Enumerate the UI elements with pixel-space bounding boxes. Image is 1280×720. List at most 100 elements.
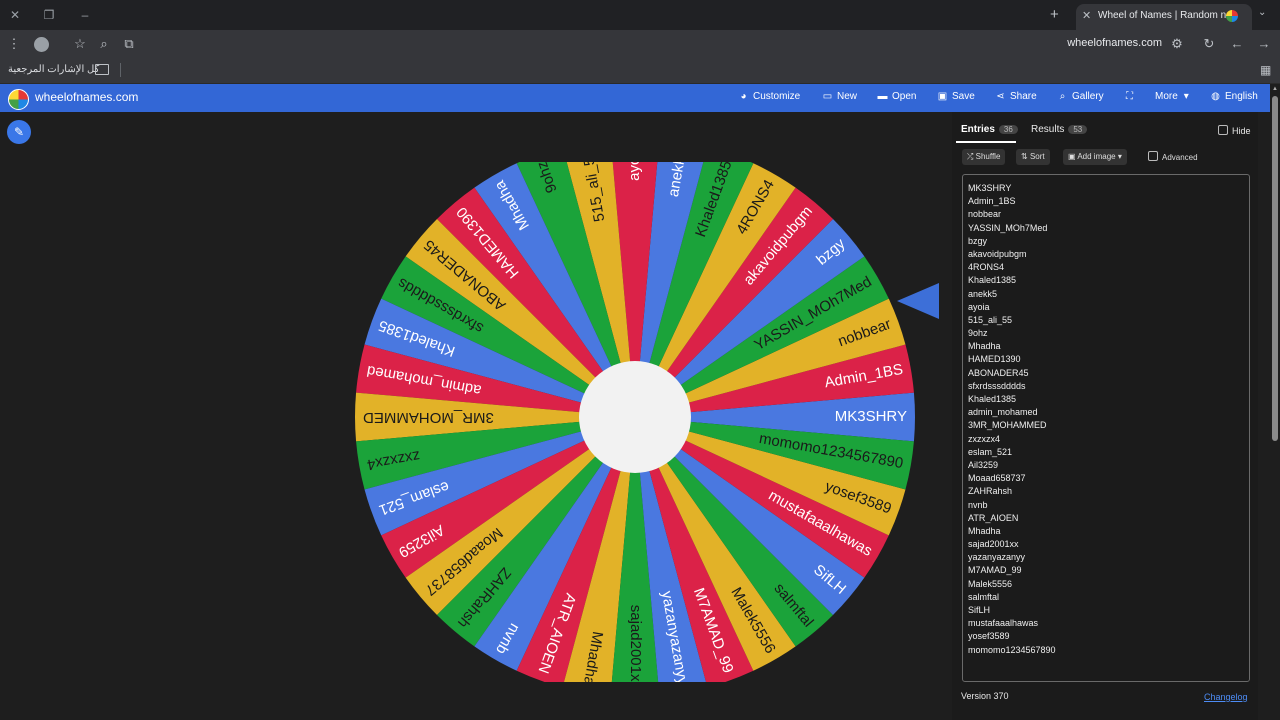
bookmark-star-icon[interactable]: ☆ bbox=[71, 35, 89, 53]
nav-fullscreen[interactable]: ⛶ bbox=[1124, 91, 1139, 102]
entry-line: bzgy bbox=[968, 235, 988, 246]
sort-button[interactable]: ⇅ Sort bbox=[1016, 149, 1050, 165]
all-bookmarks-label[interactable]: كل الإشارات المرجعية bbox=[8, 64, 99, 75]
main-content: ✎ MK3SHRY Admin_1BS nobbear YASSIN_MOh7Med b… bbox=[0, 112, 1270, 720]
bookmarks-bar: كل الإشارات المرجعية ▦ bbox=[0, 58, 1280, 84]
chevron-down-icon: ▾ bbox=[1115, 152, 1122, 161]
tab-title: Wheel of Names | Random nam bbox=[1098, 10, 1226, 21]
entry-line: ZAHRahsh bbox=[968, 486, 1013, 497]
advanced-toggle[interactable]: Advanced bbox=[1148, 151, 1198, 162]
nav-gallery[interactable]: ⌕ Gallery bbox=[1057, 91, 1104, 102]
tab-entries[interactable]: Entries 36 bbox=[961, 124, 1018, 135]
scrollbar-thumb[interactable] bbox=[1272, 96, 1278, 441]
nav-customize[interactable]: ◕ Customize bbox=[738, 91, 800, 102]
entry-line: sfxrdsssdddds bbox=[968, 380, 1026, 391]
apps-grid-icon[interactable]: ▦ bbox=[1260, 63, 1271, 77]
nav-label: Open bbox=[892, 91, 917, 102]
tab-search-icon[interactable]: ⌄ bbox=[1258, 7, 1266, 18]
entry-line: Malek5556 bbox=[968, 578, 1013, 589]
forward-icon[interactable]: ← bbox=[1228, 35, 1246, 53]
entry-line: anekk5 bbox=[968, 288, 998, 299]
restore-window-icon[interactable]: ❐ bbox=[40, 6, 58, 24]
new-tab-icon[interactable]: + bbox=[1050, 6, 1059, 24]
nav-new[interactable]: ▭ New bbox=[822, 91, 857, 102]
browser-tab[interactable]: ✕ Wheel of Names | Random nam bbox=[1076, 4, 1252, 30]
menu-icon[interactable]: ⋮ bbox=[5, 35, 23, 53]
wheel-pointer-arrow bbox=[897, 283, 939, 319]
wheel[interactable]: MK3SHRYAdmin_1BSnobbearYASSIN_MOh7Medbzg… bbox=[330, 162, 940, 682]
translate-icon[interactable]: ⧉ bbox=[120, 35, 138, 53]
entry-line: Mhadha bbox=[968, 341, 1001, 352]
hide-toggle[interactable]: Hide bbox=[1218, 125, 1251, 136]
nav-share[interactable]: ⋖ Share bbox=[995, 91, 1037, 102]
entry-line: Khaled1385 bbox=[968, 394, 1017, 404]
entry-line: yosef3589 bbox=[968, 631, 1010, 642]
close-tab-icon[interactable]: ✕ bbox=[1082, 4, 1091, 28]
search-icon: ⌕ bbox=[1059, 91, 1066, 102]
nav-more[interactable]: More ▾ bbox=[1155, 91, 1196, 102]
site-name[interactable]: wheelofnames.com bbox=[35, 90, 138, 104]
image-icon: ▣ bbox=[1068, 152, 1078, 161]
entry-line: Moaad658737 bbox=[968, 473, 1026, 484]
back-icon[interactable]: → bbox=[1255, 35, 1273, 53]
fullscreen-icon: ⛶ bbox=[1126, 91, 1133, 102]
entries-list: MK3SHRY Admin_1BS nobbear YASSIN_MOh7Med bzg… bbox=[963, 175, 1249, 657]
nav-label: Share bbox=[1010, 91, 1037, 102]
hide-checkbox[interactable] bbox=[1218, 125, 1228, 135]
nav-label: Save bbox=[952, 91, 975, 102]
add-image-button[interactable]: ▣ Add image ▾ bbox=[1063, 149, 1127, 165]
nav-label: New bbox=[837, 91, 858, 102]
entry-line: M7AMAD_99 bbox=[968, 565, 1022, 576]
entry-line: 9ohz bbox=[968, 328, 988, 339]
entry-line: salmftal bbox=[968, 591, 1000, 602]
entry-line: momomo1234567890 bbox=[968, 644, 1056, 655]
entry-line: sajad2001xx bbox=[968, 539, 1019, 550]
close-window-icon[interactable]: ✕ bbox=[6, 6, 24, 24]
entry-line: Mhadha bbox=[968, 525, 1001, 536]
results-count-badge: 53 bbox=[1068, 125, 1088, 134]
entry-line: Khaled1385 bbox=[968, 275, 1017, 286]
entry-line: yazanyazanyy bbox=[968, 552, 1026, 563]
address-bar[interactable]: wheelofnames.com bbox=[1040, 37, 1162, 49]
bookmarks-folder-icon[interactable] bbox=[95, 64, 109, 75]
entry-line: 4RONS4 bbox=[968, 262, 1005, 273]
wheel-segment-label: 3MR_MOHAMMED bbox=[363, 409, 494, 426]
advanced-label: Advanced bbox=[1162, 153, 1198, 162]
changelog-link[interactable]: Changelog bbox=[1204, 692, 1248, 702]
page-scrollbar[interactable]: ▲ bbox=[1270, 84, 1280, 720]
reload-icon[interactable]: ↻ bbox=[1200, 35, 1218, 53]
scroll-up-icon[interactable]: ▲ bbox=[1272, 86, 1278, 92]
globe-icon: ◍ bbox=[1211, 91, 1220, 102]
entry-line: ATR_AIOEN bbox=[968, 512, 1019, 523]
entry-line: MK3SHRY bbox=[968, 183, 1012, 193]
tab-results[interactable]: Results 53 bbox=[1031, 124, 1088, 135]
entry-line: admin_mohamed bbox=[968, 407, 1038, 418]
advanced-checkbox[interactable] bbox=[1148, 151, 1158, 161]
zoom-icon[interactable]: ⌕ bbox=[95, 35, 113, 53]
minimize-window-icon[interactable]: – bbox=[76, 6, 94, 24]
browser-tab-strip: ✕ ❐ – + ✕ Wheel of Names | Random nam ⌄ bbox=[0, 0, 1280, 30]
edit-pencil-icon[interactable]: ✎ bbox=[7, 120, 31, 144]
entry-line: 515_ali_55 bbox=[968, 314, 1013, 325]
entries-count-badge: 36 bbox=[998, 125, 1018, 134]
wheel-logo-icon[interactable] bbox=[8, 89, 29, 110]
profile-avatar-icon[interactable] bbox=[34, 37, 49, 52]
sort-label: Sort bbox=[1029, 152, 1045, 161]
entry-line: HAMED1390 bbox=[968, 354, 1021, 365]
nav-label: Gallery bbox=[1072, 91, 1104, 102]
entries-panel: Entries 36 Results 53 Hide ⤮ Shuffle ⇅ Sor… bbox=[952, 112, 1258, 720]
nav-label: More bbox=[1155, 91, 1178, 102]
nav-save[interactable]: ▣ Save bbox=[937, 91, 975, 102]
shuffle-icon: ⤮ bbox=[967, 152, 976, 161]
nav-open[interactable]: ▬ Open bbox=[877, 91, 917, 102]
entries-textarea[interactable]: MK3SHRY Admin_1BS nobbear YASSIN_MOh7Med bzg… bbox=[962, 174, 1250, 682]
entry-line: Admin_1BS bbox=[968, 196, 1016, 207]
nav-language[interactable]: ◍ English bbox=[1210, 91, 1258, 102]
site-settings-icon[interactable]: ⚙ bbox=[1168, 35, 1186, 53]
wheel-center-spin-button[interactable] bbox=[579, 361, 691, 473]
chevron-down-icon: ▾ bbox=[1183, 91, 1189, 102]
entry-line: ayoia bbox=[968, 301, 990, 312]
add-image-label: Add image bbox=[1077, 152, 1116, 161]
shuffle-button[interactable]: ⤮ Shuffle bbox=[962, 149, 1006, 165]
tab-favicon-icon bbox=[1226, 10, 1238, 22]
